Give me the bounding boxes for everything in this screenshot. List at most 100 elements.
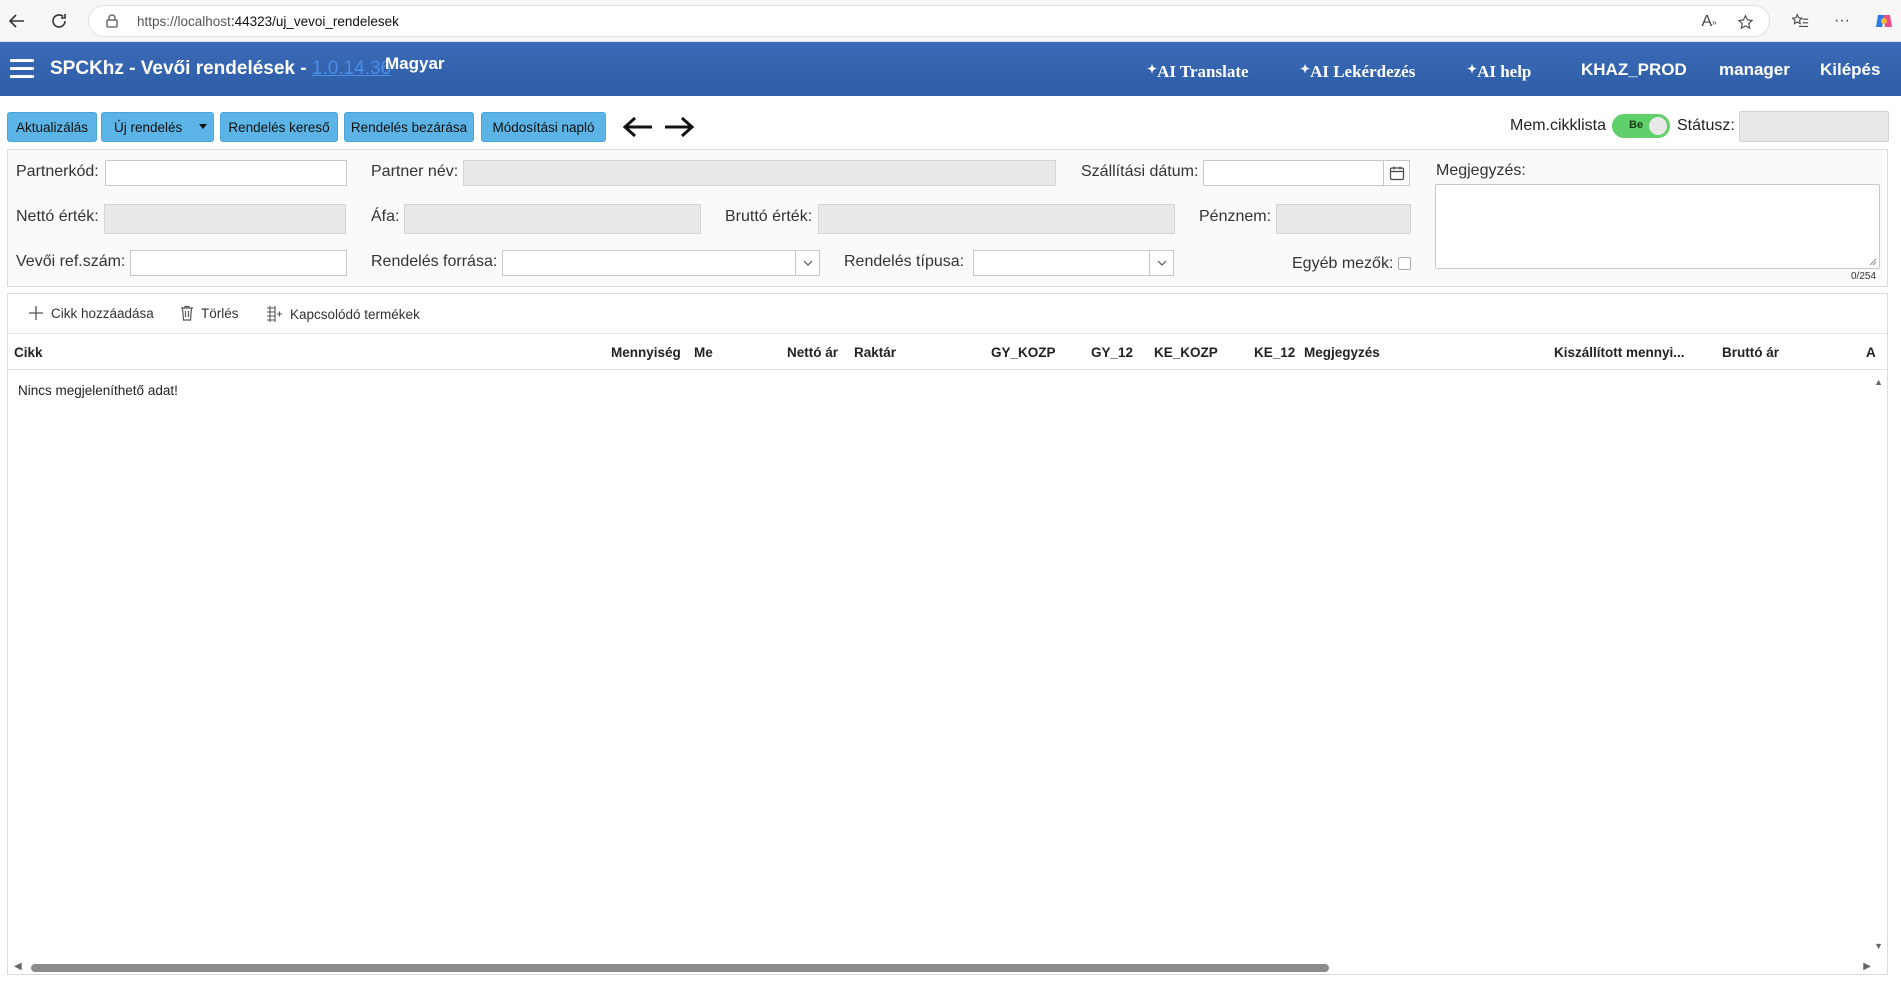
ai-query-link[interactable]: ✦AI Lekérdezés xyxy=(1300,62,1415,82)
ai-translate-link[interactable]: ✦AI Translate xyxy=(1147,62,1249,82)
address-bar[interactable]: https://localhost:44323/uj_vevoi_rendele… xyxy=(88,5,1770,37)
new-order-label: Új rendelés xyxy=(114,119,183,135)
column-header-cikk[interactable]: Cikk xyxy=(14,345,43,360)
order-search-button[interactable]: Rendelés kereső xyxy=(220,112,338,142)
scrollbar-thumb[interactable] xyxy=(31,964,1329,972)
column-header-truncated[interactable]: A xyxy=(1866,345,1876,360)
sparkle-icon: ✦ xyxy=(1147,62,1158,76)
reload-icon[interactable] xyxy=(46,8,72,34)
scroll-up-icon[interactable]: ▲ xyxy=(1874,377,1883,387)
related-products-label: Kapcsolódó termékek xyxy=(290,306,420,322)
other-fields-label: Egyéb mezők: xyxy=(1292,255,1394,272)
net-value-input xyxy=(104,204,346,234)
customer-ref-input[interactable] xyxy=(130,250,347,276)
order-type-label: Rendelés típusa: xyxy=(844,253,965,270)
language-selector[interactable]: Magyar xyxy=(385,54,445,74)
ai-help-link[interactable]: ✦AI help xyxy=(1467,62,1531,82)
order-lines-grid: Cikk hozzáadása Törlés Kapcsolódó termék… xyxy=(7,293,1888,975)
plus-icon xyxy=(29,306,43,320)
grid-toolbar: Cikk hozzáadása Törlés Kapcsolódó termék… xyxy=(8,294,1887,334)
app-header: SPCKhz - Vevői rendelések - 1.0.14.36 Ma… xyxy=(0,42,1901,96)
gross-value-label: Bruttó érték: xyxy=(725,208,813,225)
delete-button[interactable]: Törlés xyxy=(180,305,239,321)
currency-label: Pénznem: xyxy=(1199,208,1272,225)
net-value-label: Nettó érték: xyxy=(16,208,99,225)
mem-list-label: Mem.cikklista xyxy=(1510,117,1607,134)
column-header-warehouse[interactable]: Raktár xyxy=(854,345,896,360)
column-header-quantity[interactable]: Mennyiség xyxy=(611,345,681,360)
more-options-icon[interactable]: ··· xyxy=(1830,9,1854,33)
sparkle-icon: ✦ xyxy=(1300,62,1311,76)
favorites-icon[interactable] xyxy=(1788,9,1812,33)
calendar-icon[interactable] xyxy=(1383,161,1409,185)
column-header-comment[interactable]: Megjegyzés xyxy=(1304,345,1380,360)
sparkle-icon: ✦ xyxy=(1467,62,1478,76)
scroll-right-icon[interactable]: ▶ xyxy=(1863,961,1871,972)
trash-icon xyxy=(181,305,193,321)
copilot-icon[interactable] xyxy=(1872,9,1896,33)
version-link[interactable]: 1.0.14.36 xyxy=(312,58,391,79)
order-source-select[interactable] xyxy=(502,250,820,276)
gross-value-input xyxy=(818,204,1175,234)
other-fields-checkbox[interactable] xyxy=(1398,257,1411,270)
order-close-button[interactable]: Rendelés bezárása xyxy=(344,112,474,142)
empty-message: Nincs megjeleníthető adat! xyxy=(18,383,178,398)
add-item-button[interactable]: Cikk hozzáadása xyxy=(28,305,154,321)
delete-label: Törlés xyxy=(201,305,239,321)
user-link[interactable]: manager xyxy=(1719,60,1790,80)
arrow-left-icon[interactable] xyxy=(620,112,656,142)
partner-code-input[interactable] xyxy=(105,160,347,186)
chevron-down-icon[interactable] xyxy=(795,251,819,275)
refresh-button[interactable]: Aktualizálás xyxy=(7,112,97,142)
page-title: SPCKhz - Vevői rendelések - 1.0.14.36 xyxy=(50,58,392,79)
vat-label: Áfa: xyxy=(371,208,400,225)
toggle-on-label: Be xyxy=(1629,119,1644,131)
column-header-ke-12[interactable]: KE_12 xyxy=(1254,345,1295,360)
order-source-label: Rendelés forrása: xyxy=(371,253,498,270)
delivery-date-label: Szállítási dátum: xyxy=(1081,163,1199,180)
back-icon[interactable] xyxy=(4,8,30,34)
customer-ref-label: Vevői ref.szám: xyxy=(16,253,126,270)
scroll-left-icon[interactable]: ◀ xyxy=(14,961,22,972)
column-header-net-price[interactable]: Nettó ár xyxy=(787,345,838,360)
comment-counter: 0/254 xyxy=(1851,271,1877,282)
mem-list-toggle[interactable]: Be xyxy=(1612,114,1670,138)
partner-code-label: Partnerkód: xyxy=(16,163,99,180)
scroll-down-icon[interactable]: ▼ xyxy=(1874,941,1883,951)
related-products-button[interactable]: Kapcsolódó termékek xyxy=(265,305,420,323)
column-header-gy-12[interactable]: GY_12 xyxy=(1091,345,1133,360)
column-header-ke-kozp[interactable]: KE_KOZP xyxy=(1154,345,1218,360)
related-table-icon xyxy=(267,306,282,322)
column-header-gy-kozp[interactable]: GY_KOZP xyxy=(991,345,1056,360)
order-type-select[interactable] xyxy=(973,250,1174,276)
vat-input xyxy=(404,204,701,234)
comment-textarea[interactable] xyxy=(1435,184,1880,269)
environment-label[interactable]: KHAZ_PROD xyxy=(1581,60,1687,80)
add-item-label: Cikk hozzáadása xyxy=(51,305,154,321)
resize-handle-icon[interactable] xyxy=(1869,258,1877,266)
column-header-gross-price[interactable]: Bruttó ár xyxy=(1722,345,1779,360)
url-text: https://localhost:44323/uj_vevoi_rendele… xyxy=(137,14,399,29)
grid-header-row: Cikk Mennyiség Me Nettó ár Raktár GY_KOZ… xyxy=(8,334,1887,370)
new-order-button[interactable]: Új rendelés xyxy=(101,112,214,142)
status-label: Státusz: xyxy=(1677,117,1735,134)
toggle-knob xyxy=(1649,117,1667,135)
lock-icon xyxy=(106,14,118,28)
menu-icon[interactable] xyxy=(10,59,34,79)
horizontal-scrollbar[interactable]: ◀ ▶ xyxy=(8,960,1887,974)
read-aloud-icon[interactable]: A» xyxy=(1699,12,1719,32)
column-header-delivered-qty[interactable]: Kiszállított mennyi... xyxy=(1554,345,1685,360)
change-log-button[interactable]: Módosítási napló xyxy=(481,112,606,142)
chevron-down-icon[interactable] xyxy=(1149,251,1173,275)
partner-name-input xyxy=(463,160,1056,186)
arrow-right-icon[interactable] xyxy=(661,112,697,142)
column-header-unit[interactable]: Me xyxy=(694,345,713,360)
delivery-date-input[interactable] xyxy=(1203,160,1410,186)
status-field xyxy=(1739,111,1889,142)
currency-input xyxy=(1276,204,1411,234)
browser-toolbar: https://localhost:44323/uj_vevoi_rendele… xyxy=(0,0,1901,42)
logout-link[interactable]: Kilépés xyxy=(1820,60,1880,80)
partner-name-label: Partner név: xyxy=(371,163,459,180)
caret-down-icon[interactable] xyxy=(199,124,207,129)
favorite-star-icon[interactable] xyxy=(1735,12,1755,32)
